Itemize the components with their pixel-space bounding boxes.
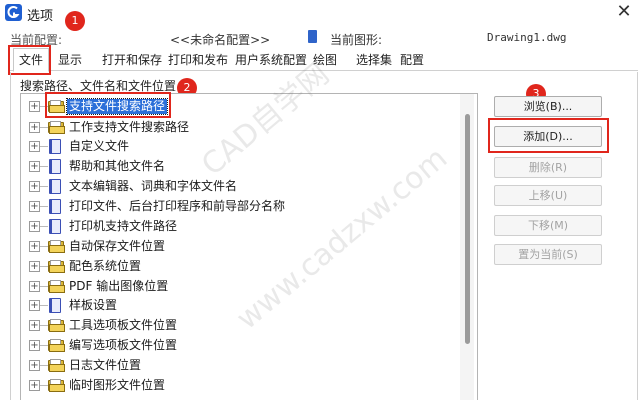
tab-profiles[interactable]: 配置 [400, 51, 424, 70]
tree-scroll-thumb[interactable] [465, 114, 470, 344]
expand-icon[interactable]: + [29, 360, 40, 371]
tree-item-temp-drawing-location[interactable]: + 临时图形文件位置 [21, 376, 461, 395]
remove-button[interactable]: 删除(R) [494, 157, 602, 178]
book-icon [49, 179, 61, 194]
step-marker-1: 1 [65, 11, 85, 31]
file-tree[interactable]: + 支持文件搜索路径 + 工作支持文件搜索路径 + 自定义文件 + 帮助和其他文… [20, 93, 478, 400]
window-title: 选项 [27, 9, 54, 24]
tree-item-pdf-image-location[interactable]: + PDF 输出图像位置 [21, 277, 461, 296]
book-icon [49, 139, 61, 154]
current-profile-value: <<未命名配置>> [170, 33, 271, 47]
tab-selection[interactable]: 选择集 [356, 51, 392, 70]
tree-item-working-support-paths[interactable]: + 工作支持文件搜索路径 [21, 118, 461, 137]
folder-icon [48, 339, 65, 352]
highlight-box-tab [8, 45, 51, 75]
expand-icon[interactable]: + [29, 320, 40, 331]
book-icon [49, 159, 61, 174]
close-icon[interactable]: ✕ [613, 1, 635, 23]
move-down-button[interactable]: 下移(M) [494, 215, 602, 236]
tab-display[interactable]: 显示 [58, 51, 82, 70]
expand-icon[interactable]: + [29, 221, 40, 232]
tree-item-text-editor-files[interactable]: + 文本编辑器、词典和字体文件名 [21, 177, 461, 196]
title-bar: 选项 ✕ [0, 0, 642, 26]
tree-item-help-files[interactable]: + 帮助和其他文件名 [21, 157, 461, 176]
tree-item-label: 样板设置 [69, 298, 118, 312]
tree-item-authoring-palette-location[interactable]: + 编写选项板文件位置 [21, 336, 461, 355]
highlight-box-add [488, 118, 609, 153]
tree-item-label: 文本编辑器、词典和字体文件名 [69, 179, 238, 193]
expand-icon[interactable]: + [29, 300, 40, 311]
tree-item-label: 帮助和其他文件名 [69, 159, 166, 173]
book-icon [49, 298, 61, 313]
expand-icon[interactable]: + [29, 161, 40, 172]
expand-icon[interactable]: + [29, 261, 40, 272]
folder-icon [48, 240, 65, 253]
expand-icon[interactable]: + [29, 122, 40, 133]
expand-icon[interactable]: + [29, 281, 40, 292]
tab-open-save[interactable]: 打开和保存 [102, 51, 162, 70]
folder-icon [48, 319, 65, 332]
cad-app-icon [5, 4, 22, 21]
move-up-button[interactable]: 上移(U) [494, 185, 602, 206]
expand-icon[interactable]: + [29, 101, 40, 112]
tree-item-label: 临时图形文件位置 [69, 378, 166, 392]
tree-item-label: 自动保存文件位置 [69, 239, 166, 253]
folder-icon [48, 379, 65, 392]
tree-item-autosave-location[interactable]: + 自动保存文件位置 [21, 237, 461, 256]
tree-item-label: 配色系统位置 [69, 259, 142, 273]
tree-item-tool-palettes-location[interactable]: + 工具选项板文件位置 [21, 316, 461, 335]
tree-item-customization-files[interactable]: + 自定义文件 [21, 137, 461, 156]
current-drawing-value: Drawing1.dwg [487, 31, 567, 44]
tree-item-label: 自定义文件 [69, 139, 130, 153]
tree-item-label: 工具选项板文件位置 [69, 318, 178, 332]
expand-icon[interactable]: + [29, 340, 40, 351]
tab-user-preferences[interactable]: 用户系统配置 [235, 51, 307, 70]
tab-plot-publish[interactable]: 打印和发布 [168, 51, 228, 70]
tree-item-print-files[interactable]: + 打印文件、后台打印程序和前导部分名称 [21, 197, 461, 216]
expand-icon[interactable]: + [29, 201, 40, 212]
expand-icon[interactable]: + [29, 241, 40, 252]
expand-icon[interactable]: + [29, 141, 40, 152]
tree-item-color-book-location[interactable]: + 配色系统位置 [21, 257, 461, 276]
book-icon [49, 199, 61, 214]
tree-item-label: 编写选项板文件位置 [69, 338, 178, 352]
browse-button[interactable]: 浏览(B)... [494, 96, 602, 117]
tree-item-template-settings[interactable]: + 样板设置 [21, 296, 461, 315]
book-icon [49, 219, 61, 234]
set-current-button[interactable]: 置为当前(S) [494, 244, 602, 265]
folder-icon [48, 260, 65, 273]
folder-icon [48, 280, 65, 293]
current-drawing-label: 当前图形: [330, 33, 383, 47]
drawing-file-icon [308, 30, 317, 43]
tree-item-printer-support-paths[interactable]: + 打印机支持文件路径 [21, 217, 461, 236]
tree-item-label: 打印机支持文件路径 [69, 219, 178, 233]
tree-item-label: PDF 输出图像位置 [69, 279, 169, 293]
folder-icon [48, 359, 65, 372]
expand-icon[interactable]: + [29, 380, 40, 391]
tree-item-log-file-location[interactable]: + 日志文件位置 [21, 356, 461, 375]
expand-icon[interactable]: + [29, 181, 40, 192]
tree-item-label: 工作支持文件搜索路径 [69, 120, 190, 134]
highlight-box-support-path [45, 92, 171, 118]
tab-drafting[interactable]: 绘图 [313, 51, 337, 70]
tab-strip: 文件 显示 打开和保存 打印和发布 用户系统配置 绘图 选择集 配置 [10, 48, 638, 72]
tree-item-label: 日志文件位置 [69, 358, 142, 372]
folder-icon [48, 121, 65, 134]
tree-item-label: 打印文件、后台打印程序和前导部分名称 [69, 199, 286, 213]
